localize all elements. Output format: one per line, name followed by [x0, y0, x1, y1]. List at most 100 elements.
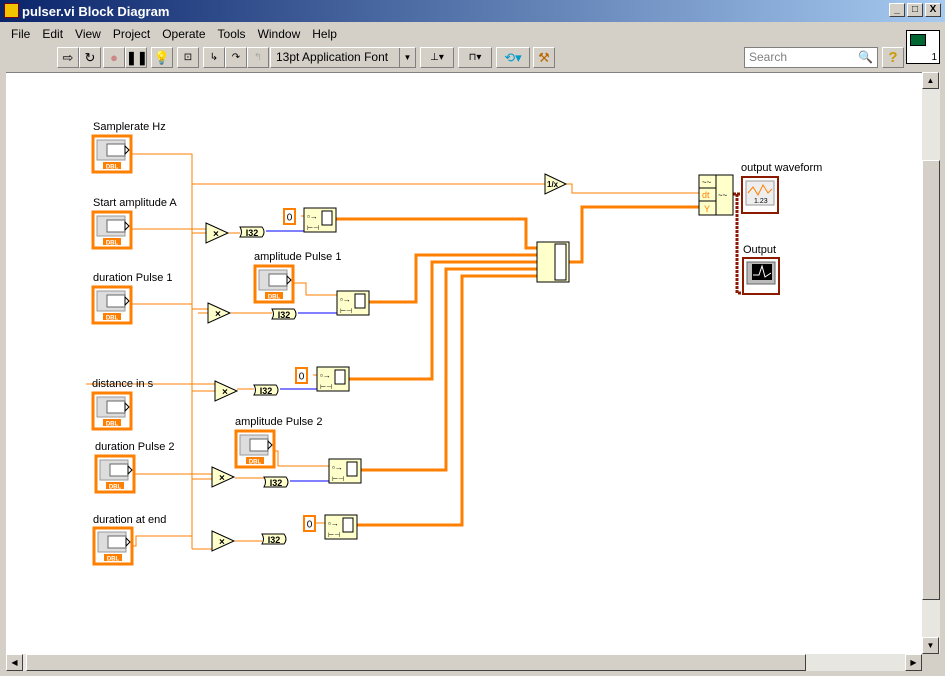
terminal-amplitude-pulse-2[interactable]: [234, 429, 276, 469]
label-duration-pulse-1: duration Pulse 1: [93, 272, 173, 284]
build-array-node[interactable]: [303, 207, 337, 233]
terminal-amplitude-pulse-1[interactable]: [253, 264, 295, 304]
scroll-down-icon[interactable]: ▼: [922, 637, 939, 654]
svg-text:1.23: 1.23: [754, 198, 768, 205]
terminal-duration-pulse-1[interactable]: [91, 285, 133, 325]
svg-text:~~: ~~: [718, 191, 728, 200]
horizontal-scroll-thumb[interactable]: [26, 654, 806, 671]
toolbar: ⇨ ↻ ● ❚❚ 💡 ⊡ ↳ ↷ ↰ 13pt Application Font…: [6, 45, 904, 70]
output-graph-indicator[interactable]: [742, 257, 780, 295]
horizontal-scrollbar[interactable]: ◀ ▶: [6, 654, 922, 671]
step-into-icon[interactable]: ↳: [203, 47, 225, 68]
menu-window[interactable]: Window: [258, 27, 301, 41]
help-button[interactable]: ?: [882, 47, 904, 68]
font-label: 13pt Application Font: [276, 50, 389, 64]
output-waveform-indicator[interactable]: 1.23: [741, 176, 779, 214]
pause-icon[interactable]: ❚❚: [125, 47, 148, 68]
terminal-samplerate[interactable]: [91, 134, 133, 174]
labview-icon: [4, 3, 19, 18]
window-title: pulser.vi Block Diagram: [22, 3, 170, 19]
block-diagram[interactable]: DBL × ▫→ ⊢⊣ 0 I32 I32 I32 I32 I32 1/x ~~…: [6, 72, 922, 654]
i32-label: I32: [260, 386, 273, 396]
label-amplitude-pulse-1: amplitude Pulse 1: [254, 251, 342, 263]
scroll-up-icon[interactable]: ▲: [922, 72, 939, 89]
label-duration-at-end: duration at end: [93, 514, 167, 526]
label-start-amplitude: Start amplitude A: [93, 197, 177, 209]
menu-edit[interactable]: Edit: [42, 27, 63, 41]
font-dropdown[interactable]: 13pt Application Font ▼: [270, 47, 416, 68]
constant-zero[interactable]: [295, 367, 308, 384]
reciprocal-node[interactable]: 1/x: [544, 173, 568, 195]
cleanup-diagram-icon[interactable]: ⚒: [533, 47, 555, 68]
label-duration-pulse-2: duration Pulse 2: [95, 441, 175, 453]
minimize-button[interactable]: _: [889, 3, 905, 17]
i32-label: I32: [246, 228, 259, 238]
label-distance: distance in s: [92, 378, 154, 390]
multiply-node[interactable]: [211, 530, 235, 552]
distribute-objects-icon[interactable]: ⊓▾: [458, 47, 492, 68]
label-samplerate: Samplerate Hz: [93, 121, 166, 133]
label-amplitude-pulse-2: amplitude Pulse 2: [235, 416, 323, 428]
search-icon[interactable]: 🔍: [858, 48, 873, 67]
to-i32-node[interactable]: I32: [261, 533, 287, 545]
scroll-left-icon[interactable]: ◀: [6, 654, 23, 671]
chevron-down-icon: ▼: [399, 48, 415, 67]
terminal-duration-at-end[interactable]: [92, 526, 134, 566]
title-bar: pulser.vi Block Diagram _ □ X: [0, 0, 945, 22]
concatenate-build-array-node[interactable]: [536, 241, 570, 283]
svg-text:dt: dt: [702, 190, 710, 200]
build-array-node[interactable]: [316, 366, 350, 392]
to-i32-node[interactable]: I32: [253, 384, 279, 396]
maximize-button[interactable]: □: [907, 3, 923, 17]
multiply-node[interactable]: [207, 302, 231, 324]
svg-text:Y: Y: [704, 204, 710, 214]
abort-icon[interactable]: ●: [103, 47, 125, 68]
label-output: Output: [743, 244, 777, 256]
to-i32-node[interactable]: I32: [271, 308, 297, 320]
retain-wire-values-icon[interactable]: ⊡: [177, 47, 199, 68]
label-output-waveform: output waveform: [741, 162, 823, 174]
multiply-node[interactable]: [205, 222, 229, 244]
i32-label: I32: [268, 535, 281, 545]
terminal-duration-pulse-2[interactable]: [94, 454, 136, 494]
wires-layer: DBL × ▫→ ⊢⊣ 0 I32 I32 I32 I32 I32 1/x ~~…: [86, 134, 780, 566]
vertical-scroll-thumb[interactable]: [922, 160, 940, 600]
close-button[interactable]: X: [925, 3, 941, 17]
menu-file[interactable]: File: [11, 27, 30, 41]
terminal-start-amplitude[interactable]: [91, 210, 133, 250]
vertical-scrollbar[interactable]: ▲ ▼: [922, 72, 940, 654]
build-array-node[interactable]: [328, 458, 362, 484]
to-i32-node[interactable]: I32: [239, 226, 265, 238]
terminal-distance[interactable]: [91, 391, 133, 431]
build-waveform-node[interactable]: ~~ dt Y ~~: [698, 174, 734, 216]
reorder-icon[interactable]: ⟲▾: [496, 47, 530, 68]
search-placeholder: Search: [749, 50, 788, 64]
menu-operate[interactable]: Operate: [162, 27, 205, 41]
svg-text:1/x: 1/x: [547, 180, 559, 189]
build-array-node[interactable]: [324, 514, 358, 540]
menu-help[interactable]: Help: [312, 27, 337, 41]
vi-connector-icon[interactable]: 1: [906, 30, 940, 64]
highlight-bulb-icon[interactable]: 💡: [151, 47, 173, 68]
i32-label: I32: [278, 310, 291, 320]
constant-zero[interactable]: [303, 515, 316, 532]
align-objects-icon[interactable]: ⊥▾: [420, 47, 454, 68]
svg-text:~~: ~~: [702, 178, 712, 187]
scroll-right-icon[interactable]: ▶: [905, 654, 922, 671]
menu-view[interactable]: View: [75, 27, 101, 41]
constant-zero[interactable]: [283, 208, 296, 225]
run-arrow-icon[interactable]: ⇨: [57, 47, 79, 68]
multiply-node[interactable]: [211, 466, 235, 488]
i32-label: I32: [270, 478, 283, 488]
step-out-icon[interactable]: ↰: [247, 47, 269, 68]
menu-tools[interactable]: Tools: [218, 27, 246, 41]
menu-project[interactable]: Project: [113, 27, 150, 41]
step-over-icon[interactable]: ↷: [225, 47, 247, 68]
run-continuously-icon[interactable]: ↻: [79, 47, 101, 68]
build-array-node[interactable]: [336, 290, 370, 316]
search-input[interactable]: Search 🔍: [744, 47, 878, 68]
multiply-node[interactable]: [214, 380, 238, 402]
vi-icon-number: 1: [931, 52, 937, 63]
to-i32-node[interactable]: I32: [263, 476, 289, 488]
menu-bar: File Edit View Project Operate Tools Win…: [6, 24, 337, 44]
